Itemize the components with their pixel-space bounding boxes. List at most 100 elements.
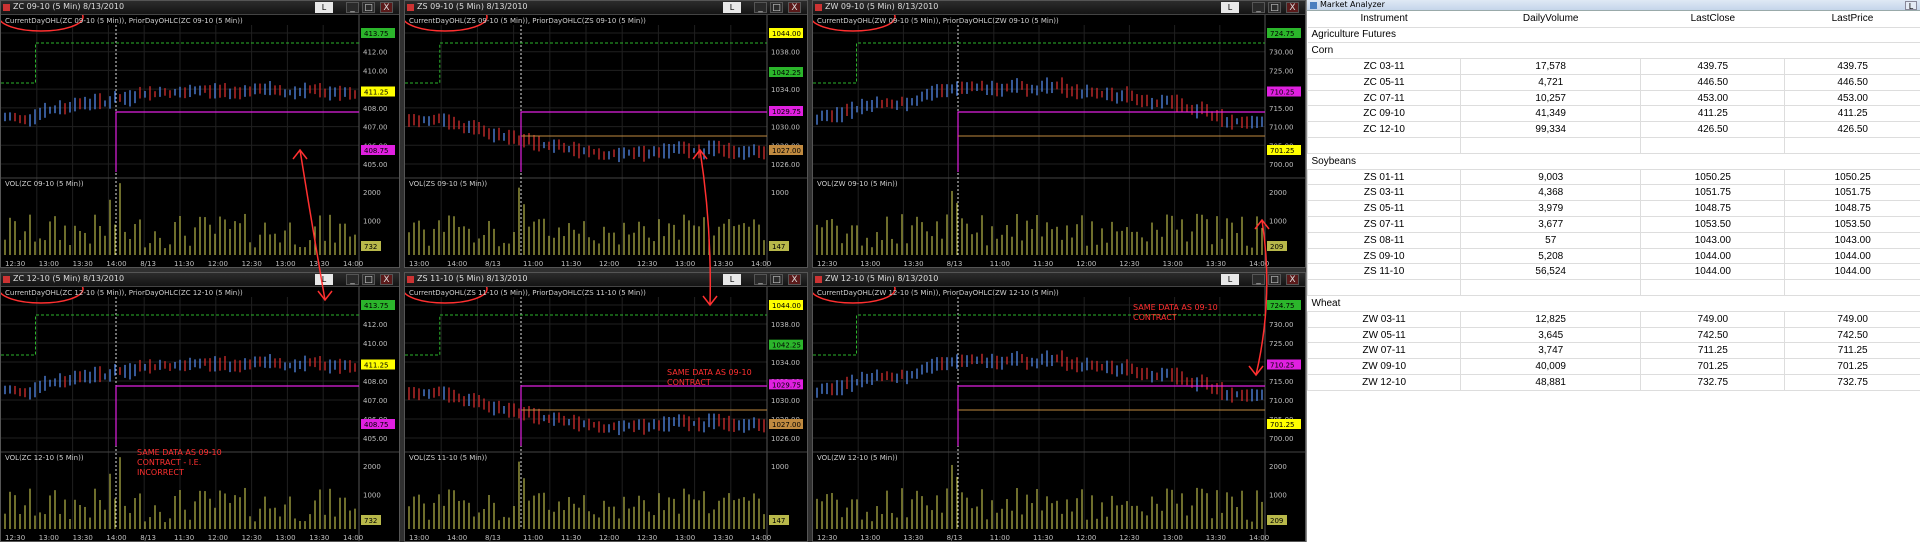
link-button[interactable]: L [723, 274, 741, 285]
price-tick-label: 1034.00 [771, 86, 800, 94]
maximize-button[interactable]: □ [1268, 2, 1281, 13]
price-marker-label: 413.75 [364, 302, 389, 310]
column-header-last-price[interactable]: LastPrice [1784, 11, 1920, 28]
link-button[interactable]: L [315, 2, 333, 13]
time-tick-label: 11:30 [174, 260, 194, 268]
group-row[interactable]: Wheat [1307, 295, 1920, 312]
minimize-button[interactable]: _ [754, 2, 767, 13]
table-row[interactable]: ZS 05-11 3,979 1048.75 1048.75 [1306, 200, 1920, 218]
close-button[interactable]: X [380, 2, 393, 13]
table-row[interactable]: ZW 09-10 40,009 701.25 701.25 [1306, 358, 1920, 376]
table-row[interactable]: ZS 03-11 4,368 1051.75 1051.75 [1306, 184, 1920, 202]
price-chart[interactable]: 413.00412.00410.00409.00408.00407.00406.… [1, 287, 400, 542]
cell-daily-volume: 3,979 [1460, 200, 1641, 218]
price-marker-label: 1029.75 [772, 108, 801, 116]
maximize-button[interactable]: □ [770, 2, 783, 13]
link-button[interactable]: L [1221, 2, 1239, 13]
close-button[interactable]: X [1286, 274, 1299, 285]
price-chart[interactable]: 1040.001038.001036.001034.001032.001030.… [405, 287, 808, 542]
cell-instrument: ZS 11-10 [1306, 263, 1461, 281]
group-label[interactable]: Wheat [1307, 295, 1920, 312]
maximize-button[interactable]: □ [1268, 274, 1281, 285]
group-label[interactable]: Soybeans [1307, 153, 1920, 170]
chart-titlebar[interactable]: ZC 12-10 (5 Min) 8/13/2010 L _ □ X [1, 273, 399, 287]
chart-window-zc-1210[interactable]: ZC 12-10 (5 Min) 8/13/2010L_□X413.00412.… [0, 272, 400, 542]
price-chart[interactable]: 1040.001038.001036.001034.001032.001030.… [405, 15, 808, 268]
link-button[interactable]: L [1221, 274, 1239, 285]
price-chart[interactable]: 735.00730.00725.00720.00715.00710.00705.… [813, 287, 1306, 542]
table-row[interactable]: ZW 05-11 3,645 742.50 742.50 [1306, 327, 1920, 344]
chart-window-zw-1210[interactable]: ZW 12-10 (5 Min) 8/13/2010L_□X735.00730.… [812, 272, 1306, 542]
table-row[interactable]: ZC 03-11 17,578 439.75 439.75 [1306, 58, 1920, 75]
chart-titlebar[interactable]: ZS 11-10 (5 Min) 8/13/2010 L _ □ X [405, 273, 807, 287]
chart-window-zs-0910[interactable]: ZS 09-10 (5 Min) 8/13/2010 L _□ X 1040.00103… [404, 0, 808, 268]
chart-window-zw-0910[interactable]: ZW 09-10 (5 Min) 8/13/2010L_□X735.00730.… [812, 0, 1306, 268]
market-analyzer-link-button[interactable]: L [1905, 1, 1917, 11]
minimize-button[interactable]: _ [754, 274, 767, 285]
maximize-button[interactable]: □ [362, 2, 375, 13]
group-label[interactable]: Corn [1307, 42, 1920, 60]
group-row[interactable]: Soybeans [1307, 153, 1920, 170]
table-row[interactable]: ZS 11-10 56,524 1044.00 1044.00 [1306, 263, 1920, 281]
chart-titlebar[interactable]: ZW 09-10 (5 Min) 8/13/2010 L _ □ X [813, 1, 1305, 15]
price-chart[interactable]: 735.00730.00725.00720.00715.00710.00705.… [813, 15, 1306, 268]
close-button[interactable]: X [788, 274, 801, 285]
market-analyzer-titlebar[interactable]: Market Analyzer L [1307, 0, 1920, 11]
column-header-last-close[interactable]: LastClose [1640, 11, 1785, 28]
chart-title: ZS 11-10 (5 Min) 8/13/2010 [417, 274, 528, 283]
chart-app-icon [407, 4, 414, 11]
price-marker-label: 1044.00 [772, 302, 801, 310]
close-button[interactable]: X [1286, 2, 1299, 13]
table-row[interactable]: ZS 01-11 9,003 1050.25 1050.25 [1306, 169, 1920, 186]
time-tick-label: 14:00 [1249, 534, 1269, 542]
vertical-splitter-middle[interactable] [808, 0, 812, 542]
time-tick-label: 11:00 [523, 260, 543, 268]
chart-titlebar[interactable]: ZS 09-10 (5 Min) 8/13/2010 L _ □ X [405, 1, 807, 15]
minimize-button[interactable]: _ [1252, 2, 1265, 13]
price-tick-label: 1030.00 [771, 124, 800, 132]
cell-instrument: ZC 09-10 [1306, 105, 1461, 123]
price-tick-label: 700.00 [1269, 435, 1294, 443]
indicator-label: CurrentDayOHL(ZS 11-10 (5 Min)), PriorDa… [409, 289, 646, 297]
volume-marker-label: 732 [364, 517, 377, 525]
chart-titlebar[interactable]: ZW 12-10 (5 Min) 8/13/2010 L _ □ X [813, 273, 1305, 287]
table-row[interactable]: ZW 03-11 12,825 749.00 749.00 [1306, 311, 1920, 328]
horizontal-splitter[interactable] [0, 268, 1306, 272]
table-row[interactable]: ZC 09-10 41,349 411.25 411.25 [1306, 105, 1920, 123]
price-chart[interactable]: 413.00412.00410.00409.00408.00407.00406.… [1, 15, 400, 268]
link-button[interactable]: L [315, 274, 333, 285]
prior-day-low-line [520, 111, 767, 172]
table-row[interactable]: ZC 07-11 10,257 453.00 453.00 [1306, 90, 1920, 107]
group-row[interactable]: Corn [1307, 42, 1920, 60]
chart-window-zc-0910[interactable]: ZC 09-10 (5 Min) 8/13/2010L_□X413.00412.… [0, 0, 400, 268]
price-tick-label: 410.00 [363, 340, 388, 348]
minimize-button[interactable]: _ [1252, 274, 1265, 285]
spacer-cell [1784, 137, 1920, 154]
volume-marker-label: 209 [1270, 243, 1283, 251]
table-row[interactable]: ZW 07-11 3,747 711.25 711.25 [1306, 342, 1920, 360]
table-row[interactable]: ZC 05-11 4,721 446.50 446.50 [1306, 74, 1920, 91]
table-row[interactable]: ZS 08-11 57 1043.00 1043.00 [1306, 232, 1920, 249]
vertical-splitter-left[interactable] [400, 0, 404, 542]
time-tick-label: 12:00 [208, 534, 228, 542]
maximize-button[interactable]: □ [362, 274, 375, 285]
table-row[interactable]: ZS 07-11 3,677 1053.50 1053.50 [1306, 216, 1920, 233]
maximize-button[interactable]: □ [770, 274, 783, 285]
table-row[interactable]: ZC 12-10 99,334 426.50 426.50 [1306, 121, 1920, 139]
cell-daily-volume: 4,721 [1460, 74, 1641, 91]
column-header-instrument[interactable]: Instrument [1307, 11, 1461, 28]
chart-titlebar[interactable]: ZC 09-10 (5 Min) 8/13/2010 L _ □ X [1, 1, 399, 15]
link-button[interactable]: L [723, 2, 741, 13]
annotation-note: SAME DATA AS 09-10 CONTRACT [1133, 303, 1218, 322]
close-button[interactable]: X [380, 274, 393, 285]
table-row[interactable]: ZS 09-10 5,208 1044.00 1044.00 [1306, 248, 1920, 265]
price-tick-label: 1038.00 [771, 321, 800, 329]
column-header-daily-volume[interactable]: DailyVolume [1460, 11, 1641, 28]
cell-last-close: 439.75 [1640, 58, 1785, 75]
close-button[interactable]: X [788, 2, 801, 13]
minimize-button[interactable]: _ [346, 2, 359, 13]
table-row[interactable]: ZW 12-10 48,881 732.75 732.75 [1306, 374, 1920, 391]
minimize-button[interactable]: _ [346, 274, 359, 285]
price-tick-label: 408.00 [363, 105, 388, 113]
chart-window-zs-1110[interactable]: ZS 11-10 (5 Min) 8/13/2010 L _□ X 1040.00103… [404, 272, 808, 542]
